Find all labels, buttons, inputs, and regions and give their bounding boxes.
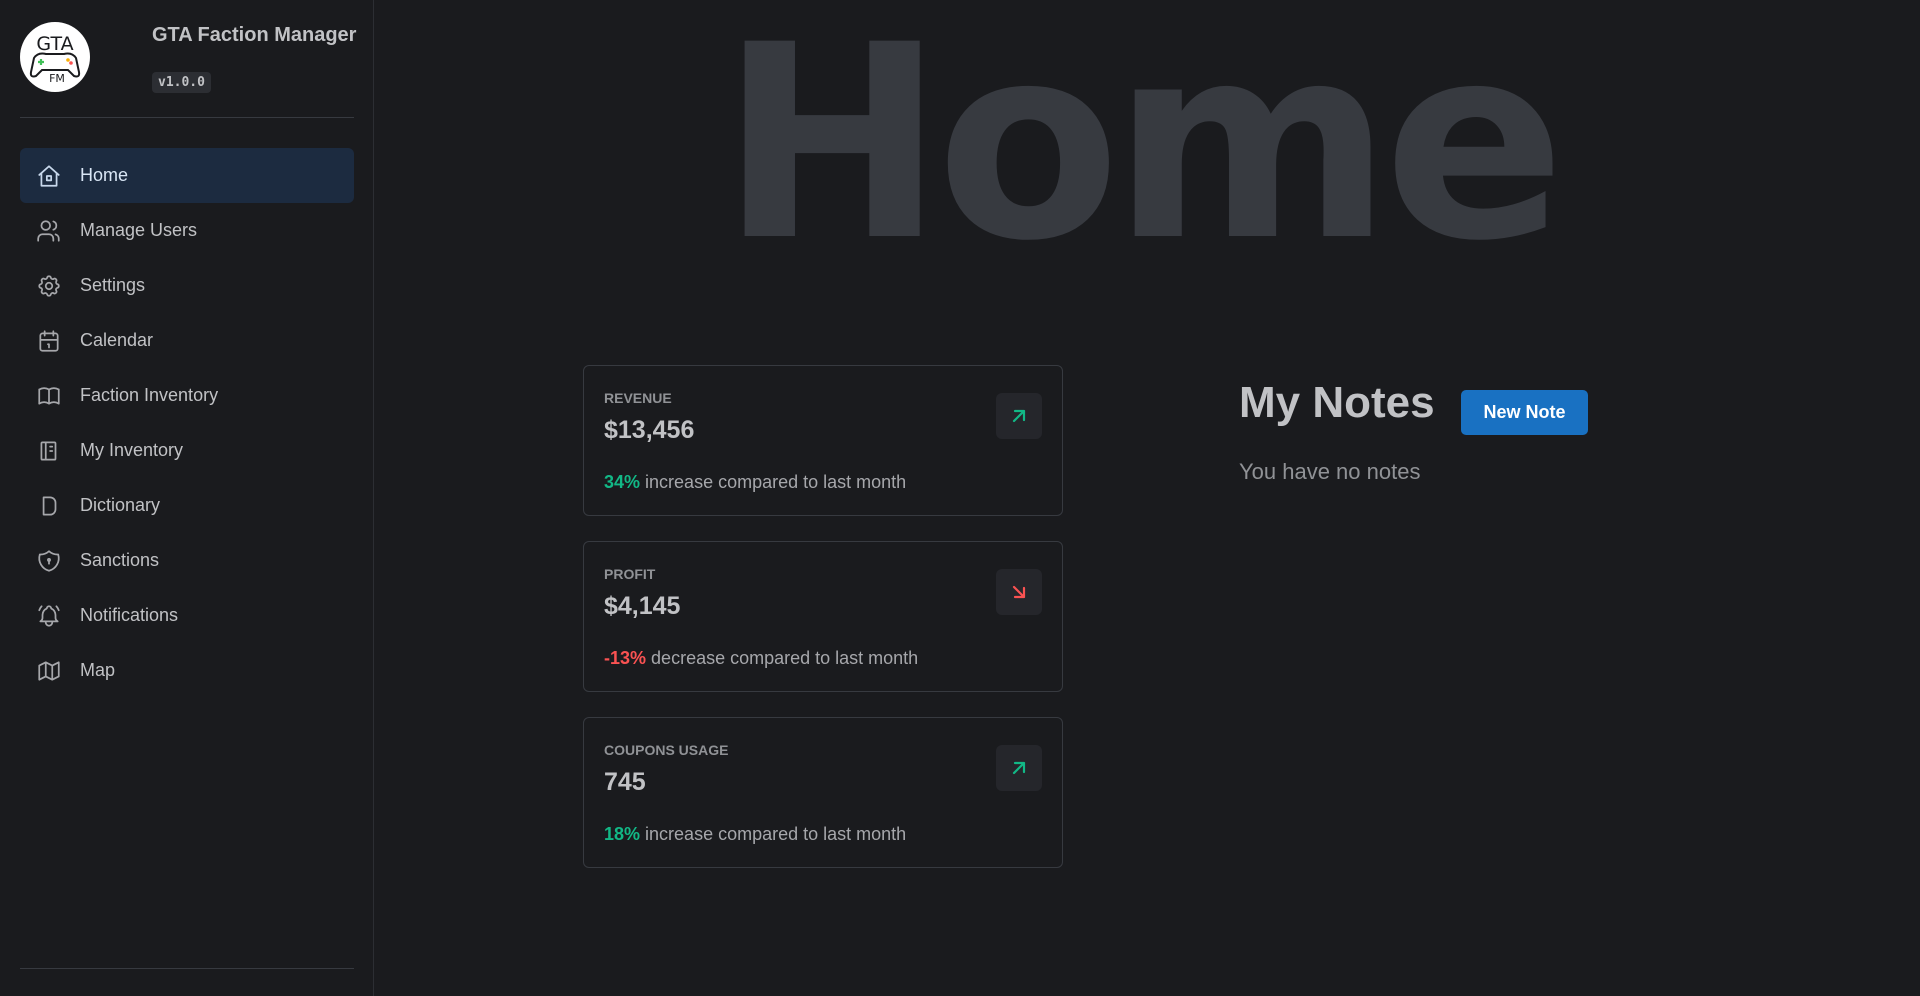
sidebar-item-label: Map [80,660,116,680]
book-icon [36,383,62,409]
stat-diff-percent: -13% [604,648,647,668]
stat-value: $13,456 [604,416,695,444]
sidebar-item-label: Dictionary [80,495,161,515]
sidebar-item-dictionary[interactable]: Dictionary [20,478,354,533]
stat-card-coupons-usage: Coupons usage 745 18% increase compared … [583,717,1063,868]
sidebar-item-manage-users[interactable]: Manage Users [20,203,354,258]
logo-text-top: GTA [36,33,73,55]
stat-diff-text: increase compared to last month [645,824,907,844]
sidebar-item-home[interactable]: Home [20,148,354,203]
shield-icon [36,548,62,574]
arrow-down-right-icon [996,569,1042,615]
sidebar-item-calendar[interactable]: Calendar [20,313,354,368]
bell-icon [36,603,62,629]
stat-diff-percent: 18% [604,824,641,844]
sidebar-item-faction-inventory[interactable]: Faction Inventory [20,368,354,423]
sidebar-item-label: My Inventory [80,440,184,460]
sidebar-footer-divider [20,968,354,969]
users-icon [36,218,62,244]
stat-card-revenue: Revenue $13,456 34% increase compared to… [583,365,1063,516]
sidebar-item-sanctions[interactable]: Sanctions [20,533,354,588]
sidebar-item-map[interactable]: Map [20,643,354,698]
sidebar-item-settings[interactable]: Settings [20,258,354,313]
sidebar: GTA FM GTA Faction Manager v1.0.0 Home M… [0,0,374,996]
app-logo[interactable]: GTA FM [20,22,90,92]
stat-diff-text: decrease compared to last month [651,648,919,668]
sidebar-item-label: Notifications [80,605,179,625]
stat-diff-text: increase compared to last month [645,472,907,492]
stat-label: Coupons usage [604,742,729,758]
sidebar-item-notifications[interactable]: Notifications [20,588,354,643]
sidebar-item-label: Manage Users [80,220,198,240]
stat-diff-percent: 34% [604,472,641,492]
stat-label: Profit [604,566,656,582]
brand-header: GTA FM GTA Faction Manager v1.0.0 [20,22,357,118]
sidebar-item-label: Calendar [80,330,154,350]
stat-label: Revenue [604,390,672,406]
stat-value: $4,145 [604,592,681,620]
home-icon [36,163,62,189]
arrow-up-right-icon [996,745,1042,791]
stat-diff: 18% increase compared to last month [604,824,906,845]
notes-title: My Notes [1239,378,1435,427]
letter-d-icon [36,493,62,519]
new-note-button[interactable]: New Note [1461,390,1588,435]
sidebar-item-my-inventory[interactable]: My Inventory [20,423,354,478]
notebook-icon [36,438,62,464]
sidebar-item-label: Home [80,165,129,185]
sidebar-nav: Home Manage Users Settings Calendar Fact… [20,148,354,698]
stat-card-profit: Profit $4,145 -13% decrease compared to … [583,541,1063,692]
version-badge: v1.0.0 [152,72,211,93]
arrow-up-right-icon [996,393,1042,439]
page-title: Home [720,0,1565,300]
notes-empty-state: You have no notes [1239,459,1421,484]
sidebar-item-label: Sanctions [80,550,160,570]
gamepad-logo-icon: GTA FM [29,33,81,85]
gear-icon [36,273,62,299]
map-icon [36,658,62,684]
sidebar-item-label: Faction Inventory [80,385,219,405]
logo-text-bottom: FM [49,72,65,85]
stat-diff: -13% decrease compared to last month [604,648,918,669]
app-title: GTA Faction Manager [152,24,357,46]
sidebar-item-label: Settings [80,275,146,295]
stat-value: 745 [604,768,646,796]
stat-diff: 34% increase compared to last month [604,472,906,493]
calendar-icon [36,328,62,354]
